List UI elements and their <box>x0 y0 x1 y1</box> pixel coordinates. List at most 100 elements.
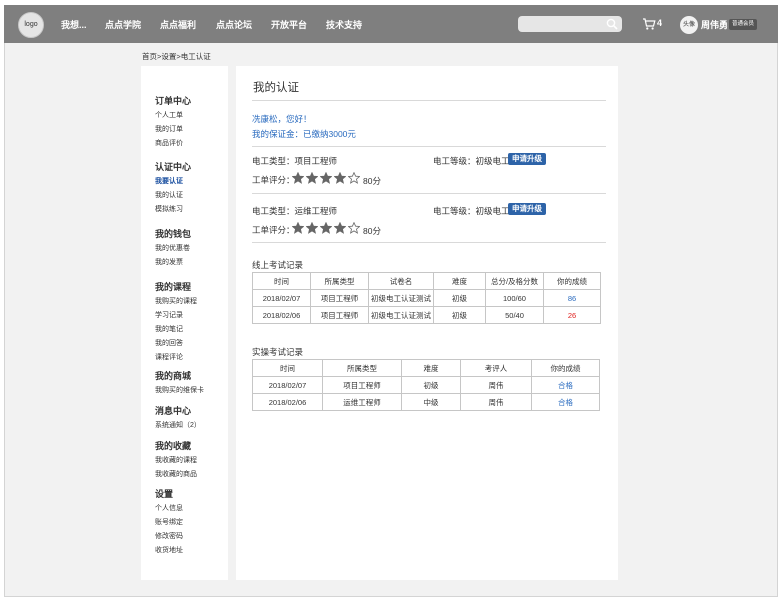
sidebar-item-change-password[interactable]: 修改密码 <box>155 530 225 544</box>
greeting-text: 冼康松，您好！ <box>252 114 312 124</box>
table-cell: 100/60 <box>485 289 544 307</box>
sidebar-item-course-comments[interactable]: 课程评论 <box>155 351 225 365</box>
sidebar-item-product-reviews[interactable]: 商品评价 <box>155 137 225 151</box>
table-row: 2018/02/07 项目工程师 初级 周伟 合格 <box>252 376 600 394</box>
sidebar-group-title: 我的课程 <box>155 282 192 292</box>
table-cell: 2018/02/07 <box>252 376 323 394</box>
rating-score: 80分 <box>363 176 381 186</box>
star-filled-icon <box>292 172 304 184</box>
column-header: 时间 <box>252 272 311 290</box>
exam-score: 86 <box>543 289 601 307</box>
table-row: 2018/02/07 项目工程师 初级电工认证测试 初级 100/60 86 <box>252 289 601 307</box>
rating-label: 工单评分： <box>252 175 295 185</box>
sidebar-item-favorite-products[interactable]: 我收藏的商品 <box>155 468 225 482</box>
divider <box>252 100 606 101</box>
sidebar-group-wallet: 我的钱包 我的优惠卷 我的发票 <box>155 227 225 270</box>
cert-type-value: 项目工程师 <box>294 156 338 166</box>
sidebar-item-personal-tickets[interactable]: 个人工单 <box>155 109 225 123</box>
star-filled-icon <box>334 222 346 234</box>
avatar[interactable]: 头像 <box>680 16 698 34</box>
logo[interactable]: logo <box>18 12 44 38</box>
sidebar-item-my-answers[interactable]: 我的回答 <box>155 337 225 351</box>
sidebar-item-favorite-courses[interactable]: 我收藏的课程 <box>155 454 225 468</box>
sidebar-group-title: 消息中心 <box>155 406 192 416</box>
exam-result: 合格 <box>531 393 600 411</box>
nav-item-tech-support[interactable]: 技术支持 <box>326 5 362 43</box>
table-header-row: 时间 所属类型 试卷名 难度 总分/及格分数 你的成绩 <box>252 272 601 290</box>
sidebar-item-coupons[interactable]: 我的优惠卷 <box>155 242 225 256</box>
sidebar-group-certification: 认证中心 我要认证 我的认证 模拟练习 <box>155 160 225 217</box>
star-filled-icon <box>306 172 318 184</box>
table-cell: 初级 <box>433 306 486 324</box>
divider <box>252 146 606 147</box>
username[interactable]: 周伟勇 <box>701 18 728 31</box>
rating-stars <box>292 172 362 184</box>
nav-item-welfare[interactable]: 点点福利 <box>160 5 196 43</box>
online-exam-title: 线上考试记录 <box>252 260 304 270</box>
sidebar-item-maintenance-cards[interactable]: 我购买的维保卡 <box>155 384 225 398</box>
table-cell: 周伟 <box>460 376 532 394</box>
search-icon[interactable] <box>606 18 618 30</box>
cert-level: 电工等级：初级电工 <box>433 205 510 217</box>
cert-level-label: 电工等级： <box>433 206 476 216</box>
table-cell: 初级电工认证测试 <box>368 289 434 307</box>
sidebar-item-learning-records[interactable]: 学习记录 <box>155 309 225 323</box>
sidebar-item-shipping-address[interactable]: 收货地址 <box>155 544 225 558</box>
cart-button[interactable]: 4 <box>642 17 668 31</box>
cert-type-label: 电工类型： <box>252 206 295 216</box>
search-input[interactable] <box>518 16 622 32</box>
sidebar-item-my-notes[interactable]: 我的笔记 <box>155 323 225 337</box>
nav-item-open-platform[interactable]: 开放平台 <box>271 5 307 43</box>
cert-type-value: 运维工程师 <box>294 206 338 216</box>
member-badge: 普通会员 <box>729 19 758 30</box>
column-header: 考评人 <box>460 359 532 377</box>
cert-level-label: 电工等级： <box>433 156 476 166</box>
table-cell: 运维工程师 <box>322 393 402 411</box>
sidebar-item-my-orders[interactable]: 我的订单 <box>155 123 225 137</box>
sidebar-item-mock-practice[interactable]: 模拟练习 <box>155 203 225 217</box>
sidebar-group-favorites: 我的收藏 我收藏的课程 我收藏的商品 <box>155 439 225 482</box>
divider <box>252 242 606 243</box>
breadcrumb: 首页>设置>电工认证 <box>142 52 211 61</box>
star-filled-icon <box>320 222 332 234</box>
rating-score: 80分 <box>363 226 381 236</box>
sidebar-item-personal-info[interactable]: 个人信息 <box>155 502 225 516</box>
table-cell: 周伟 <box>460 393 532 411</box>
sidebar-item-system-notifications[interactable]: 系统通知（2） <box>155 419 225 433</box>
rating-label: 工单评分： <box>252 225 295 235</box>
exam-result: 合格 <box>531 376 600 394</box>
sidebar-group-mall: 我的商城 我购买的维保卡 <box>155 369 225 398</box>
star-filled-icon <box>334 172 346 184</box>
cart-icon <box>643 18 656 30</box>
sidebar-item-invoices[interactable]: 我的发票 <box>155 256 225 270</box>
sidebar-item-apply-certification[interactable]: 我要认证 <box>155 175 225 189</box>
table-cell: 项目工程师 <box>322 376 402 394</box>
cert-type-label: 电工类型： <box>252 156 295 166</box>
practical-exam-table: 时间 所属类型 难度 考评人 你的成绩 2018/02/07 项目工程师 初级 … <box>252 359 600 411</box>
apply-upgrade-button[interactable]: 申请升级 <box>508 153 546 165</box>
table-cell: 中级 <box>401 393 461 411</box>
table-cell: 2018/02/06 <box>252 393 323 411</box>
sidebar-group-title: 认证中心 <box>155 162 192 172</box>
apply-upgrade-button[interactable]: 申请升级 <box>508 203 546 215</box>
star-filled-icon <box>306 222 318 234</box>
sidebar-item-my-certification[interactable]: 我的认证 <box>155 189 225 203</box>
nav-item-forum[interactable]: 点点论坛 <box>216 5 252 43</box>
column-header: 难度 <box>401 359 461 377</box>
main-content: 我的认证 冼康松，您好！ 我的保证金：已缴纳3000元 电工类型：项目工程师 电… <box>236 66 618 580</box>
cert-level: 电工等级：初级电工 <box>433 155 510 167</box>
nav-item-academy[interactable]: 点点学院 <box>105 5 141 43</box>
exam-score: 26 <box>543 306 601 324</box>
sidebar-group-orders: 订单中心 个人工单 我的订单 商品评价 <box>155 94 225 151</box>
cert-level-value: 初级电工 <box>475 206 510 216</box>
nav-item-more[interactable]: 我想... <box>61 5 87 43</box>
page-title: 我的认证 <box>253 82 299 94</box>
sidebar-item-account-binding[interactable]: 账号绑定 <box>155 516 225 530</box>
sidebar-group-settings: 设置 个人信息 账号绑定 修改密码 收货地址 <box>155 487 225 558</box>
sidebar-item-purchased-courses[interactable]: 我购买的课程 <box>155 295 225 309</box>
table-cell: 初级 <box>433 289 486 307</box>
online-exam-table: 时间 所属类型 试卷名 难度 总分/及格分数 你的成绩 2018/02/07 项… <box>252 272 601 324</box>
divider <box>252 193 606 194</box>
table-cell: 初级电工认证测试 <box>368 306 434 324</box>
table-header-row: 时间 所属类型 难度 考评人 你的成绩 <box>252 359 600 377</box>
